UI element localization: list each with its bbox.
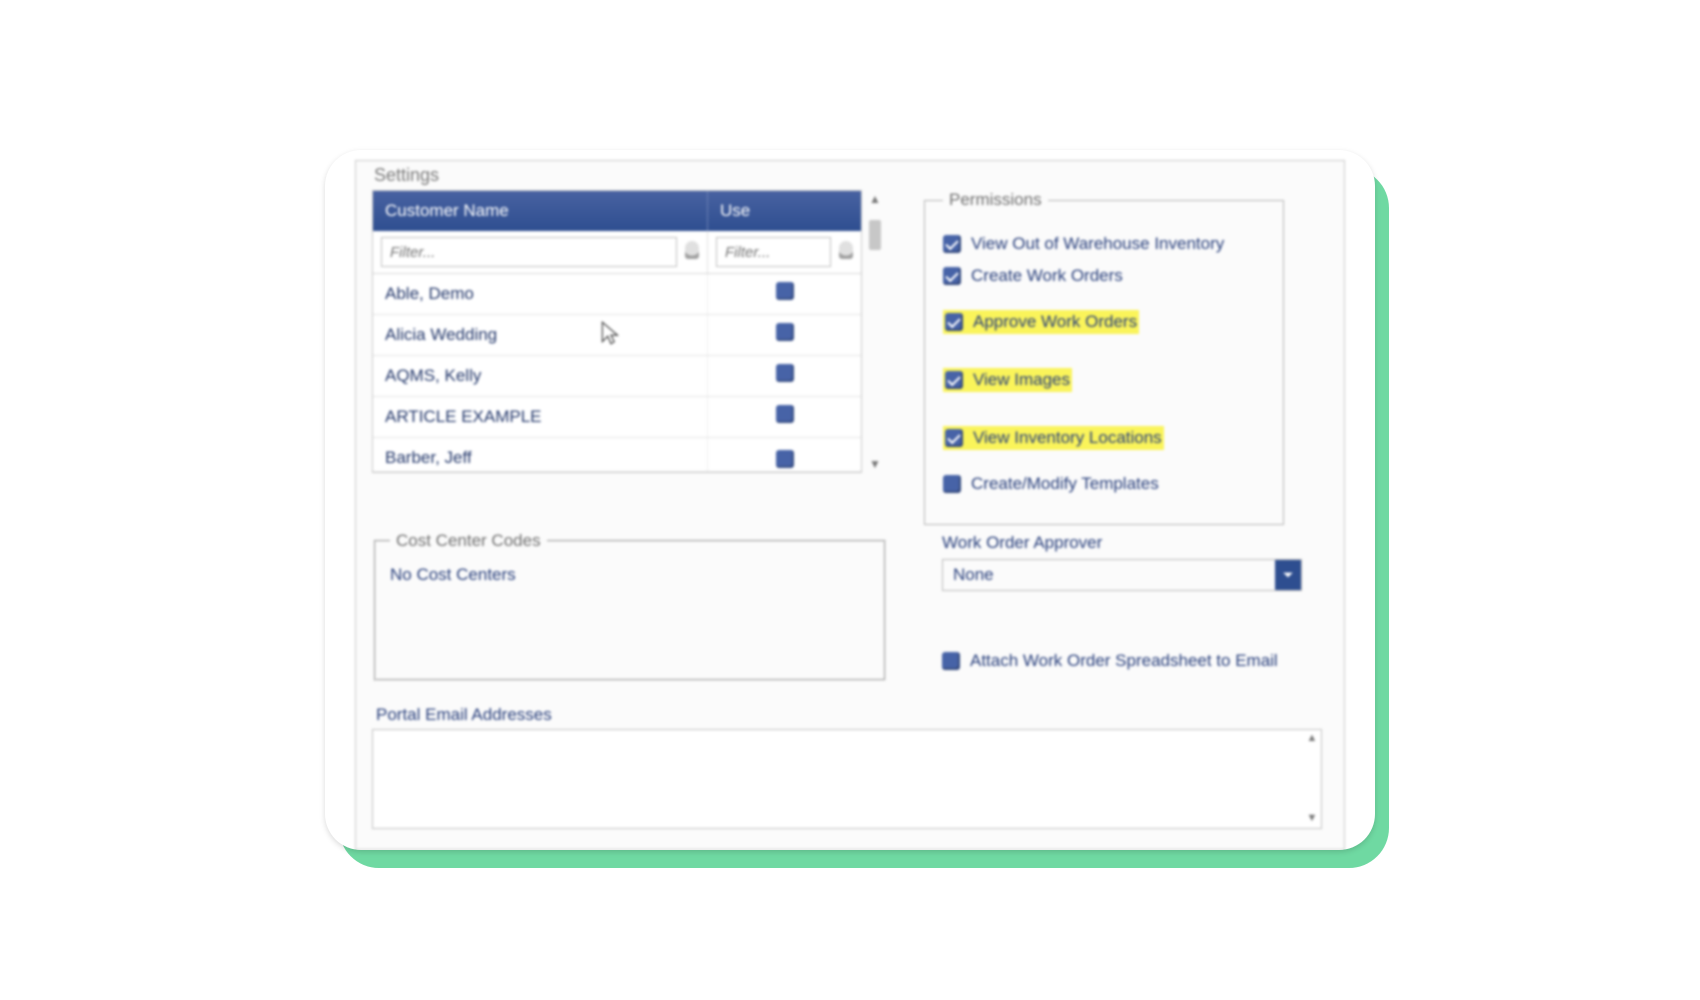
cost-center-empty: No Cost Centers (390, 565, 870, 585)
checkbox-icon[interactable] (945, 371, 963, 389)
page-title: Settings (374, 165, 1322, 186)
use-checkbox[interactable] (776, 282, 794, 300)
column-customer-name[interactable]: Customer Name (373, 191, 708, 231)
dropdown-button[interactable] (1275, 560, 1301, 590)
scroll-down-icon[interactable]: ▼ (1305, 812, 1319, 826)
use-checkbox[interactable] (776, 405, 794, 423)
customer-name-cell: Able, Demo (373, 274, 708, 314)
permissions-legend: Permissions (943, 190, 1048, 210)
permissions-group: Permissions View Out of Warehouse Invent… (924, 190, 1284, 525)
textarea-scrollbar[interactable]: ▲ ▼ (1305, 732, 1319, 826)
table-row[interactable]: ARTICLE EXAMPLE (373, 397, 861, 438)
customer-name-cell: Alicia Wedding (373, 315, 708, 355)
checkbox-icon[interactable] (945, 429, 963, 447)
customer-name-cell: ARTICLE EXAMPLE (373, 397, 708, 437)
scroll-up-icon[interactable]: ▲ (866, 190, 884, 208)
permission-label: View Inventory Locations (973, 428, 1162, 448)
permission-create-modify-templates[interactable]: Create/Modify Templates (943, 474, 1265, 494)
portal-email-textarea[interactable]: ▲ ▼ (372, 729, 1322, 829)
permission-view-images[interactable]: View Images (943, 368, 1072, 392)
scroll-thumb[interactable] (869, 220, 881, 250)
checkbox-icon[interactable] (945, 313, 963, 331)
chevron-down-icon (1282, 569, 1294, 581)
approver-label: Work Order Approver (942, 533, 1302, 553)
checkbox-icon[interactable] (943, 235, 961, 253)
scroll-down-icon[interactable]: ▼ (866, 455, 884, 473)
customer-name-cell: Barber, Jeff (373, 438, 708, 471)
filter-hint-icon[interactable] (839, 241, 853, 259)
use-checkbox[interactable] (776, 450, 794, 468)
approver-value: None (943, 560, 1275, 590)
checkbox-icon[interactable] (942, 652, 960, 670)
cost-center-legend: Cost Center Codes (390, 531, 547, 551)
permission-view-warehouse[interactable]: View Out of Warehouse Inventory (943, 234, 1265, 254)
checkbox-icon[interactable] (943, 475, 961, 493)
column-use[interactable]: Use (708, 191, 861, 231)
customer-name-filter[interactable] (381, 237, 677, 267)
permission-label: Create Work Orders (971, 266, 1123, 286)
permission-label: Create/Modify Templates (971, 474, 1159, 494)
use-checkbox[interactable] (776, 323, 794, 341)
table-header: Customer Name Use (373, 191, 861, 231)
table-row[interactable]: AQMS, Kelly (373, 356, 861, 397)
approver-dropdown[interactable]: None (942, 559, 1302, 591)
checkbox-icon[interactable] (943, 267, 961, 285)
permission-label: View Out of Warehouse Inventory (971, 234, 1224, 254)
scroll-up-icon[interactable]: ▲ (1305, 732, 1319, 746)
table-body: Able, Demo Alicia Wedding AQMS, Kelly (373, 274, 861, 472)
customer-name-cell: AQMS, Kelly (373, 356, 708, 396)
permission-label: Approve Work Orders (973, 312, 1137, 332)
permission-view-inventory-locations[interactable]: View Inventory Locations (943, 426, 1164, 450)
use-filter[interactable] (716, 237, 831, 267)
filter-hint-icon[interactable] (685, 241, 699, 259)
table-scrollbar[interactable]: ▲ ▼ (866, 190, 884, 473)
permission-label: View Images (973, 370, 1070, 390)
attach-spreadsheet-option[interactable]: Attach Work Order Spreadsheet to Email (942, 651, 1302, 671)
portal-email-label: Portal Email Addresses (376, 705, 1322, 725)
settings-panel: Settings Customer Name Use (355, 160, 1345, 850)
permission-create-work-orders[interactable]: Create Work Orders (943, 266, 1265, 286)
permission-approve-work-orders[interactable]: Approve Work Orders (943, 310, 1139, 334)
table-row[interactable]: Barber, Jeff (373, 438, 861, 472)
cost-center-group: Cost Center Codes No Cost Centers (374, 531, 886, 681)
cursor-icon (600, 320, 622, 351)
use-checkbox[interactable] (776, 364, 794, 382)
table-row[interactable]: Able, Demo (373, 274, 861, 315)
attach-spreadsheet-label: Attach Work Order Spreadsheet to Email (970, 651, 1278, 671)
